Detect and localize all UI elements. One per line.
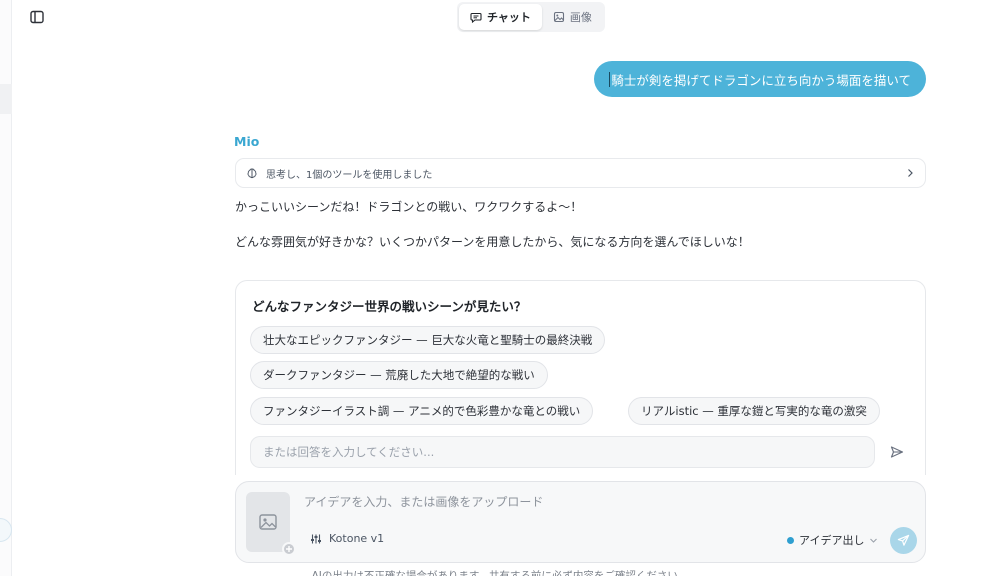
send-icon xyxy=(890,446,904,458)
question-card: どんなファンタジー世界の戦いシーンが見たい？ 壮大なエピックファンタジー — 巨… xyxy=(235,280,926,475)
mode-tabs: チャット 画像 xyxy=(457,2,605,32)
rail-highlight xyxy=(0,84,12,114)
option-chip-illustration[interactable]: ファンタジーイラスト調 — アニメ的で色彩豊かな竜との戦い xyxy=(250,397,594,425)
chevron-right-icon xyxy=(905,168,915,178)
thought-summary-text: 思考し、1個のツールを使用しました xyxy=(266,169,433,181)
send-icon xyxy=(897,534,910,546)
answer-input[interactable] xyxy=(250,436,875,468)
image-icon xyxy=(259,514,277,530)
chat-icon xyxy=(470,12,482,23)
user-message-bubble: 騎士が剣を掲げてドラゴンに立ち向かう場面を描いて xyxy=(594,61,926,97)
thought-summary-toggle[interactable]: 思考し、1個のツールを使用しました xyxy=(235,158,926,188)
tab-chat[interactable]: チャット xyxy=(459,4,542,30)
user-message-text: 騎士が剣を掲げてドラゴンに立ち向かう場面を描いて xyxy=(611,72,911,88)
image-upload-button[interactable] xyxy=(246,492,296,556)
answer-send-button[interactable] xyxy=(888,443,906,461)
sliders-icon xyxy=(311,534,321,543)
image-icon xyxy=(553,11,564,23)
text-caret xyxy=(609,71,611,87)
model-select[interactable]: Kotone v1 xyxy=(310,532,384,545)
question-title: どんなファンタジー世界の戦いシーンが見たい？ xyxy=(252,299,527,314)
model-name: Kotone v1 xyxy=(329,532,385,545)
assistant-paragraph: かっこいいシーンだね！ドラゴンとの戦い、ワクワクするよ〜！ xyxy=(235,200,583,214)
assistant-paragraph: どんな雰囲気が好きかな？いくつかパターンを用意したから、気になる方向を選んでほし… xyxy=(235,235,750,249)
plus-icon xyxy=(282,542,296,556)
prompt-input[interactable] xyxy=(304,492,904,512)
send-button[interactable] xyxy=(890,527,917,554)
mode-label: アイデア出し xyxy=(799,534,865,547)
left-rail xyxy=(0,0,12,576)
option-chip-realistic[interactable]: リアルistic — 重厚な鎧と写実的な竜の激突 xyxy=(628,397,880,425)
tab-image[interactable]: 画像 xyxy=(542,4,603,30)
mode-select[interactable]: アイデア出し xyxy=(787,532,878,548)
option-chip-epic[interactable]: 壮大なエピックファンタジー — 巨大な火竜と聖騎士の最終決戦 xyxy=(250,326,606,354)
mode-status-dot xyxy=(787,536,794,544)
tab-chat-label: チャット xyxy=(487,11,531,24)
brain-icon xyxy=(247,168,257,179)
assistant-name: Mio xyxy=(234,134,260,149)
sidebar-toggle-icon xyxy=(30,10,44,24)
rail-avatar[interactable] xyxy=(0,518,12,542)
composer: Kotone v1 アイデア出し xyxy=(235,481,926,563)
sidebar-toggle-button[interactable] xyxy=(28,8,46,26)
disclaimer: AIの出力は不正確な場合があります。共有する前に必ず内容をご確認ください。 xyxy=(311,570,689,576)
chevron-down-icon xyxy=(870,538,878,543)
option-chip-dark[interactable]: ダークファンタジー — 荒廃した大地で絶望的な戦い xyxy=(250,361,548,389)
tab-image-label: 画像 xyxy=(569,11,592,24)
